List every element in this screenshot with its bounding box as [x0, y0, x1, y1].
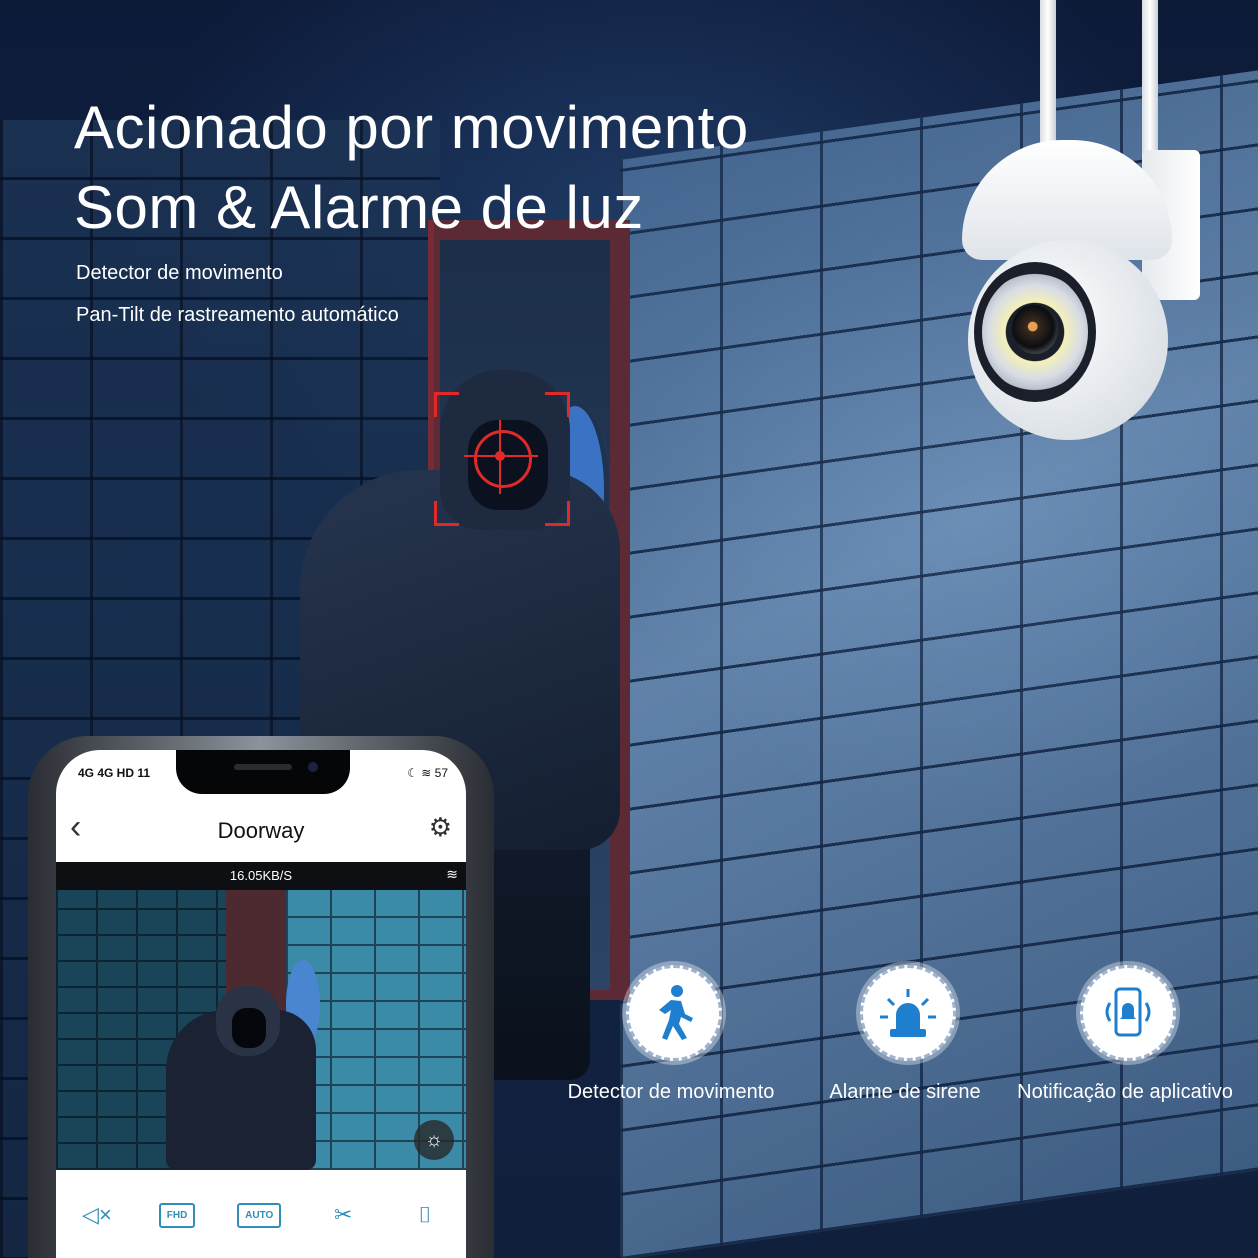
light-bulb-icon[interactable]: ☼ — [414, 1120, 454, 1160]
feature-label: Detector de movimento — [567, 1081, 775, 1103]
phone-screen: 4G 4G HD 11 ☾ ≋ 57 ‹ Doorway ⚙ 16.05KB/S… — [56, 750, 466, 1258]
app-header: ‹ Doorway ⚙ — [56, 802, 466, 862]
motion-target-box — [434, 392, 570, 526]
crosshair-dot — [495, 451, 505, 461]
sub-feature-1: Detector de movimento — [76, 262, 283, 284]
target-corner — [545, 501, 570, 526]
scene: Acionado por movimento Som & Alarme de l… — [0, 0, 1258, 1258]
scissors-icon[interactable]: ✂ — [323, 1202, 363, 1228]
live-video[interactable]: ☼ — [56, 890, 466, 1170]
feature-motion-detector: Detector de movimento — [568, 965, 774, 1103]
gear-icon[interactable]: ⚙ — [429, 812, 452, 843]
antenna — [1142, 0, 1158, 170]
wifi-icon: ≋ — [446, 866, 458, 882]
phone-notification-icon — [1080, 965, 1176, 1061]
walking-person-icon — [626, 965, 722, 1061]
sub-feature-2: Pan-Tilt de rastreamento automático — [76, 304, 399, 326]
target-corner — [545, 392, 570, 417]
target-corner — [434, 392, 459, 417]
security-camera — [962, 0, 1222, 440]
siren-icon — [860, 965, 956, 1061]
speaker-grille — [234, 764, 292, 770]
camera-lens — [1012, 304, 1058, 354]
headline-line-1: Acionado por movimento — [74, 94, 749, 161]
target-corner — [434, 501, 459, 526]
portrait-icon[interactable]: ⌷ — [405, 1202, 445, 1228]
status-bar-battery: ☾ ≋ 57 — [407, 766, 448, 780]
feature-app-notification: Notificação de aplicativo — [1017, 965, 1233, 1103]
front-camera — [308, 762, 318, 772]
bitrate-readout: 16.05KB/S — [229, 868, 293, 883]
phone-notch — [176, 750, 350, 794]
headline: Acionado por movimento Som & Alarme de l… — [74, 88, 749, 248]
feature-label: Alarme de sirene — [829, 1081, 981, 1103]
headline-line-2: Som & Alarme de luz — [74, 174, 644, 241]
auto-button[interactable]: AUTO — [237, 1202, 282, 1228]
app-title: Doorway — [217, 818, 305, 843]
video-intruder-face — [232, 1008, 266, 1048]
smartphone: 4G 4G HD 11 ☾ ≋ 57 ‹ Doorway ⚙ 16.05KB/S… — [28, 736, 494, 1258]
fhd-button[interactable]: FHD — [158, 1202, 196, 1228]
bitrate-bar: 16.05KB/S ≋ — [56, 862, 466, 890]
mute-icon[interactable]: ◁× — [77, 1202, 117, 1228]
status-bar-signal: 4G 4G HD 11 — [78, 766, 151, 780]
video-toolbar: ◁× FHD AUTO ✂ ⌷ — [56, 1190, 466, 1240]
feature-siren-alarm: Alarme de sirene — [829, 965, 981, 1103]
feature-label: Notificação de aplicativo — [1017, 1081, 1233, 1103]
